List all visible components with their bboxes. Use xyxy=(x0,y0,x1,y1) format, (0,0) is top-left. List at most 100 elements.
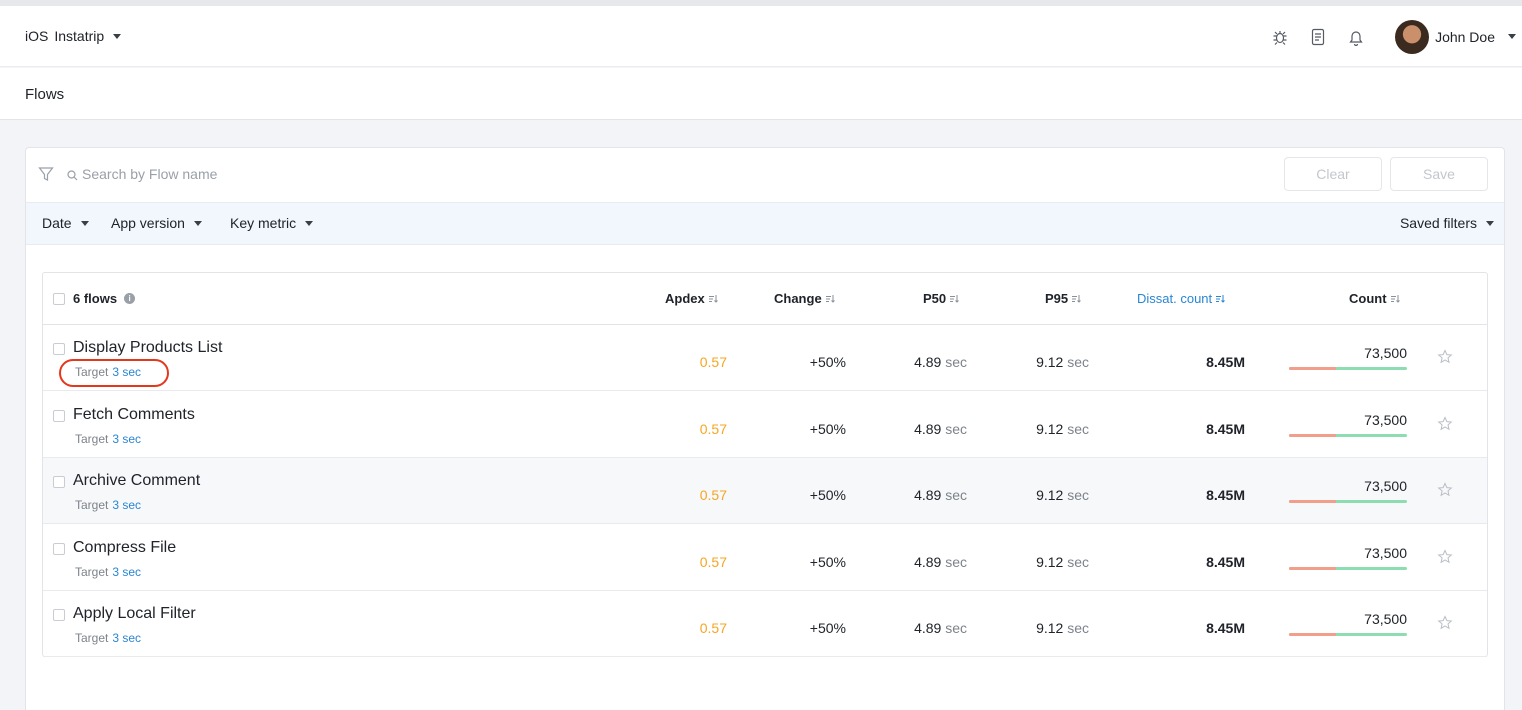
flow-name[interactable]: Archive Comment xyxy=(73,472,200,490)
count-value: 73,500 xyxy=(1364,611,1407,627)
column-apdex[interactable]: Apdex xyxy=(665,291,718,306)
column-count[interactable]: Count xyxy=(1349,291,1400,306)
star-icon[interactable] xyxy=(1437,615,1453,636)
apdex-value: 0.57 xyxy=(699,487,727,503)
target-label: Target xyxy=(75,564,109,579)
count-bar-dissatisfied-segment xyxy=(1289,367,1337,370)
flow-name[interactable]: Fetch Comments xyxy=(73,406,195,424)
sort-icon xyxy=(950,291,959,306)
change-value: +50% xyxy=(809,487,846,503)
change-value: +50% xyxy=(809,553,846,570)
star-icon[interactable] xyxy=(1437,482,1453,503)
key-metric-filter-label: Key metric xyxy=(230,215,297,231)
chevron-down-icon xyxy=(113,33,122,39)
target-label: Target xyxy=(75,631,109,645)
flows-table: 6 flows i Apdex Change P50 P95 Dissat. c… xyxy=(42,272,1488,657)
funnel-icon[interactable] xyxy=(38,166,54,187)
table-row[interactable]: Compress File Target 3 sec 0.57 +50% 4.89 sec… xyxy=(43,525,1487,591)
p50-unit: sec xyxy=(945,487,967,503)
flow-target: Target 3 sec xyxy=(75,565,141,579)
count-bar xyxy=(1289,500,1407,503)
column-p50-label: P50 xyxy=(923,291,947,306)
column-apdex-label: Apdex xyxy=(665,291,705,306)
column-p50[interactable]: P50 xyxy=(923,291,959,306)
count-value: 73,500 xyxy=(1364,345,1407,361)
p95-value: 9.12 sec xyxy=(999,487,1089,503)
flow-name[interactable]: Compress File xyxy=(73,539,176,557)
star-icon[interactable] xyxy=(1437,415,1453,437)
p50-unit: sec xyxy=(945,620,967,636)
target-value-link[interactable]: 3 sec xyxy=(112,565,141,579)
p50-number: 4.89 xyxy=(914,620,942,636)
p95-number: 9.12 xyxy=(1036,620,1064,636)
flow-target: Target 3 sec xyxy=(75,498,141,512)
row-checkbox[interactable] xyxy=(53,343,65,355)
column-change-label: Change xyxy=(774,291,822,306)
target-highlight-annotation xyxy=(59,359,169,387)
count-bar xyxy=(1289,367,1407,370)
search-input[interactable] xyxy=(82,162,682,186)
user-menu[interactable]: John Doe xyxy=(1395,19,1516,54)
row-checkbox[interactable] xyxy=(53,476,65,488)
key-metric-filter-dropdown[interactable]: Key metric xyxy=(230,215,314,231)
clear-button[interactable]: Clear xyxy=(1284,157,1382,191)
row-checkbox[interactable] xyxy=(53,542,65,555)
p50-number: 4.89 xyxy=(914,354,942,370)
table-header: 6 flows i Apdex Change P50 P95 Dissat. c… xyxy=(43,273,1487,325)
platform-label: iOS xyxy=(25,28,49,44)
apdex-value: 0.57 xyxy=(699,354,727,370)
row-checkbox[interactable] xyxy=(53,609,65,621)
sort-icon xyxy=(1390,291,1400,306)
bug-icon[interactable] xyxy=(1263,20,1297,54)
column-dissat-count[interactable]: Dissat. count xyxy=(1137,291,1226,306)
dissat-count-value: 8.45M xyxy=(1206,354,1245,370)
date-filter-dropdown[interactable]: Date xyxy=(42,215,89,231)
sort-icon xyxy=(825,291,835,306)
count-bar-dissatisfied-segment xyxy=(1289,633,1337,636)
table-row[interactable]: Apply Local Filter Target 3 sec 0.57 +50% 4.8… xyxy=(43,591,1487,657)
dissat-count-value: 8.45M xyxy=(1206,553,1245,570)
app-selector[interactable]: iOS Instatrip xyxy=(25,28,122,44)
filter-bar: Date App version Key metric Saved filter… xyxy=(26,202,1504,245)
saved-filters-dropdown[interactable]: Saved filters xyxy=(1400,215,1494,231)
document-icon[interactable] xyxy=(1301,20,1335,54)
p50-value: 4.89 sec xyxy=(877,487,967,503)
app-name: Instatrip xyxy=(54,28,105,44)
column-p95[interactable]: P95 xyxy=(1045,291,1081,306)
bell-icon[interactable] xyxy=(1339,20,1373,54)
select-all-checkbox[interactable] xyxy=(53,293,65,305)
flow-name[interactable]: Apply Local Filter xyxy=(73,605,196,623)
table-row[interactable]: Display Products List Target 3 sec 0.57 +50%… xyxy=(43,325,1487,391)
p50-number: 4.89 xyxy=(914,487,942,503)
p95-value: 9.12 sec xyxy=(999,354,1089,370)
table-row[interactable]: Archive Comment Target 3 sec 0.57 +50% 4.89 s… xyxy=(43,458,1487,524)
dissat-count-value: 8.45M xyxy=(1206,487,1245,503)
star-icon[interactable] xyxy=(1437,349,1453,370)
flow-target: Target 3 sec xyxy=(75,432,141,446)
save-button[interactable]: Save xyxy=(1390,157,1488,191)
p50-value: 4.89 sec xyxy=(877,354,967,370)
apdex-value: 0.57 xyxy=(699,553,727,570)
p95-number: 9.12 xyxy=(1036,487,1064,503)
info-icon[interactable]: i xyxy=(124,293,136,304)
target-value-link[interactable]: 3 sec xyxy=(112,631,141,645)
dissat-count-value: 8.45M xyxy=(1206,420,1245,437)
p95-unit: sec xyxy=(1067,620,1089,636)
p95-unit: sec xyxy=(1067,553,1089,570)
column-change[interactable]: Change xyxy=(774,291,835,306)
star-icon[interactable] xyxy=(1437,548,1453,570)
p50-number: 4.89 xyxy=(914,420,942,437)
app-version-filter-dropdown[interactable]: App version xyxy=(111,215,202,231)
row-checkbox[interactable] xyxy=(53,409,65,422)
chevron-down-icon xyxy=(1508,34,1516,39)
target-value-link[interactable]: 3 sec xyxy=(112,498,141,512)
chevron-down-icon xyxy=(1486,220,1494,226)
flows-card: Clear Save Date App version Key metric S… xyxy=(25,147,1505,710)
sort-icon xyxy=(1216,291,1226,306)
target-value-link[interactable]: 3 sec xyxy=(112,432,141,446)
count-bar-dissatisfied-segment xyxy=(1289,433,1337,437)
table-row[interactable]: Fetch Comments Target 3 sec 0.57 +50% 4.89 se… xyxy=(43,392,1487,458)
p50-value: 4.89 sec xyxy=(877,421,967,437)
p50-value: 4.89 sec xyxy=(877,554,967,570)
flow-name[interactable]: Display Products List xyxy=(73,339,222,357)
